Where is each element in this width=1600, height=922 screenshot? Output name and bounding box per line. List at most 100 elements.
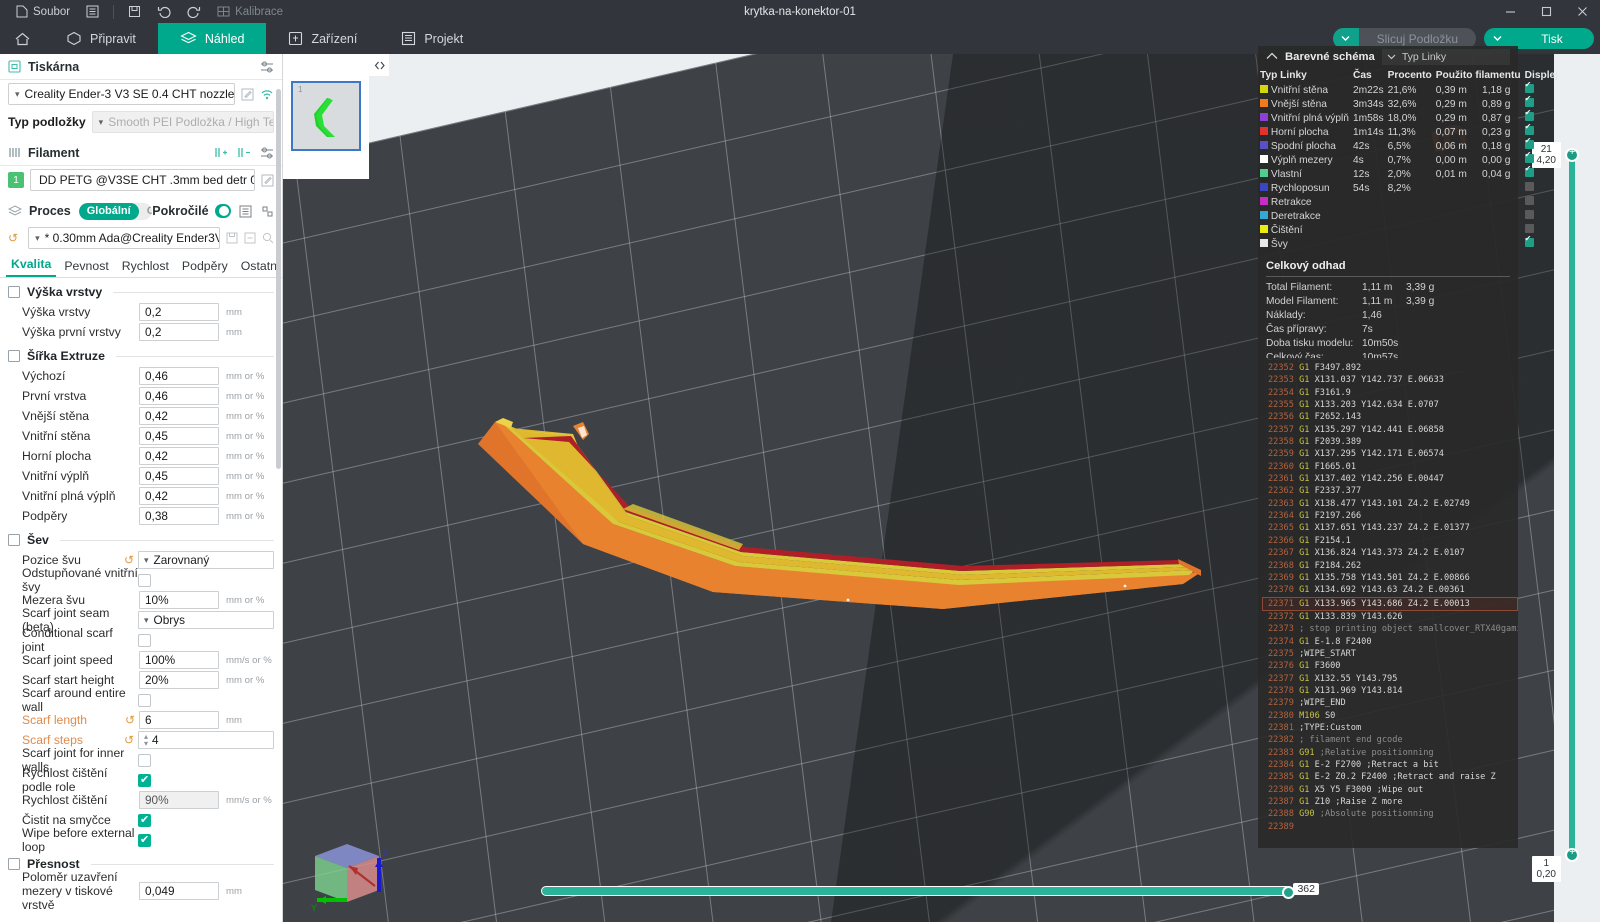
reset-setting-icon[interactable]: ↺ bbox=[124, 733, 134, 747]
save-preset-icon[interactable] bbox=[226, 232, 238, 244]
setting-input[interactable]: 10% bbox=[139, 591, 219, 609]
process-list-icon[interactable] bbox=[239, 205, 252, 218]
tab-pripravit[interactable]: Připravit bbox=[44, 23, 158, 54]
legend-row[interactable]: Vlastní 12s 2,0% 0,01 m 0,04 g bbox=[1258, 164, 1560, 181]
gcode-line[interactable]: 22356 G1 F2652.143 bbox=[1262, 411, 1518, 423]
gcode-line[interactable]: 22376 G1 F3600 bbox=[1262, 660, 1518, 672]
edit-filament-icon[interactable] bbox=[261, 174, 274, 187]
legend-visibility-checkbox[interactable] bbox=[1524, 224, 1534, 233]
file-menu-button[interactable]: Soubor bbox=[8, 0, 78, 23]
calibration-button[interactable]: Kalibrace bbox=[209, 0, 291, 23]
legend-display-cell[interactable] bbox=[1523, 164, 1560, 181]
setting-input[interactable]: 0,45 bbox=[139, 427, 219, 445]
tab-kvalita[interactable]: Kvalita bbox=[6, 255, 57, 277]
setting-checkbox[interactable] bbox=[138, 633, 151, 647]
layer-slider-top-knob[interactable] bbox=[1565, 146, 1579, 162]
tab-nahled[interactable]: Náhled bbox=[157, 23, 267, 54]
setting-checkbox[interactable] bbox=[138, 773, 151, 787]
legend-visibility-checkbox[interactable] bbox=[1524, 80, 1534, 93]
filament-index-badge[interactable]: 1 bbox=[8, 172, 24, 188]
gcode-line[interactable]: 22388 G90 ;Absolute positionning bbox=[1262, 808, 1518, 820]
gcode-line[interactable]: 22371 G1 X133.965 Y143.686 Z4.2 E.00013 bbox=[1262, 596, 1518, 611]
gcode-line[interactable]: 22359 G1 X137.295 Y142.171 E.06574 bbox=[1262, 448, 1518, 460]
gcode-line[interactable]: 22365 G1 X137.651 Y143.237 Z4.2 E.01377 bbox=[1262, 522, 1518, 534]
setting-input[interactable]: 0,45 bbox=[139, 467, 219, 485]
legend-row[interactable]: Deretrakce bbox=[1258, 209, 1560, 223]
legend-row[interactable]: Výplň mezery 4s 0,7% 0,00 m 0,00 g bbox=[1258, 150, 1560, 167]
tab-pevnost[interactable]: Pevnost bbox=[59, 257, 113, 277]
process-compare-icon[interactable] bbox=[261, 205, 274, 218]
setting-input[interactable]: 90% bbox=[139, 791, 219, 809]
settings-group-header[interactable]: Šev bbox=[0, 526, 282, 550]
minimize-button[interactable] bbox=[1492, 0, 1528, 23]
gcode-line[interactable]: 22387 G1 Z10 ;Raise Z more bbox=[1262, 796, 1518, 808]
legend-row[interactable]: Horní plocha 1m14s 11,3% 0,07 m 0,23 g bbox=[1258, 122, 1560, 139]
gcode-line[interactable]: 22370 G1 X134.692 Y143.63 Z4.2 E.00361 bbox=[1262, 584, 1518, 596]
tab-podpery[interactable]: Podpěry bbox=[177, 257, 233, 277]
remove-preset-icon[interactable] bbox=[244, 232, 256, 244]
gcode-line[interactable]: 22352 G1 F3497.892 bbox=[1262, 362, 1518, 374]
setting-input[interactable]: 20% bbox=[139, 671, 219, 689]
reset-setting-icon[interactable]: ↺ bbox=[125, 713, 135, 727]
sidebar-scrollbar[interactable] bbox=[276, 89, 281, 469]
setting-checkbox[interactable] bbox=[138, 833, 151, 847]
gcode-line[interactable]: 22373 ; stop printing object smallcover_… bbox=[1262, 623, 1518, 635]
reset-setting-icon[interactable]: ↺ bbox=[124, 553, 134, 567]
tab-zarizeni[interactable]: Zařízení bbox=[266, 23, 379, 54]
setting-input[interactable]: 0,2 bbox=[139, 323, 219, 341]
legend-display-cell[interactable] bbox=[1523, 209, 1560, 223]
legend-visibility-checkbox[interactable] bbox=[1524, 122, 1534, 135]
setting-input[interactable]: 100% bbox=[139, 651, 219, 669]
wifi-icon[interactable] bbox=[260, 88, 274, 100]
gcode-line[interactable]: 22389 bbox=[1262, 821, 1518, 833]
gcode-line[interactable]: 22357 G1 X135.297 Y142.441 E.06858 bbox=[1262, 424, 1518, 436]
setting-input[interactable]: 0,42 bbox=[139, 407, 219, 425]
axis-gizmo[interactable]: Z Y bbox=[297, 814, 407, 914]
scope-objects[interactable]: Objekty bbox=[139, 203, 153, 220]
scope-global[interactable]: Globální bbox=[78, 202, 139, 220]
legend-visibility-checkbox[interactable] bbox=[1524, 94, 1534, 107]
gcode-line[interactable]: 22364 G1 F2197.266 bbox=[1262, 510, 1518, 522]
bed-type-combo[interactable]: ▾ Smooth PEI Podložka / High Temp P… bbox=[91, 111, 274, 133]
collapse-icon[interactable] bbox=[1266, 51, 1278, 63]
list-view-button[interactable] bbox=[78, 0, 107, 23]
remove-filament-icon[interactable] bbox=[237, 146, 251, 159]
printer-settings-icon[interactable] bbox=[260, 61, 274, 73]
setting-spinner[interactable]: ▴ ▾ 4 bbox=[138, 731, 274, 749]
setting-checkbox[interactable] bbox=[138, 573, 151, 587]
gcode-listing[interactable]: 22352 G1 F3497.892 22353 G1 X131.037 Y142… bbox=[1258, 358, 1518, 848]
gcode-line[interactable]: 22385 G1 E-2 Z0.2 F2400 ;Retract and rai… bbox=[1262, 771, 1518, 783]
setting-input[interactable]: 0,42 bbox=[139, 447, 219, 465]
gcode-line[interactable]: 22378 G1 X131.969 Y143.814 bbox=[1262, 685, 1518, 697]
legend-visibility-checkbox[interactable] bbox=[1524, 210, 1534, 219]
gcode-line[interactable]: 22386 G1 X5 Y5 F3000 ;Wipe out bbox=[1262, 784, 1518, 796]
setting-combo[interactable]: ▾ Obrys bbox=[138, 611, 274, 629]
tab-projekt[interactable]: Projekt bbox=[379, 23, 485, 54]
process-scope-toggle[interactable]: Globální Objekty bbox=[78, 202, 153, 220]
gcode-line[interactable]: 22383 G91 ;Relative positionning bbox=[1262, 747, 1518, 759]
gcode-line[interactable]: 22372 G1 X133.839 Y143.626 bbox=[1262, 611, 1518, 623]
printer-preset-combo[interactable]: ▾ Creality Ender-3 V3 SE 0.4 CHT nozzle … bbox=[8, 83, 235, 105]
legend-row[interactable]: Rychloposun 54s 8,2% bbox=[1258, 181, 1560, 195]
gcode-line[interactable]: 22369 G1 X135.758 Y143.501 Z4.2 E.00866 bbox=[1262, 572, 1518, 584]
legend-row[interactable]: Čištění bbox=[1258, 223, 1560, 237]
legend-display-cell[interactable] bbox=[1523, 181, 1560, 195]
gcode-line[interactable]: 22374 G1 E-1.8 F2400 bbox=[1262, 636, 1518, 648]
setting-input[interactable]: 0,2 bbox=[139, 303, 219, 321]
move-slider-track[interactable] bbox=[541, 886, 1295, 899]
layer-slider-track[interactable] bbox=[1569, 150, 1575, 860]
thumbnail-collapse-button[interactable] bbox=[369, 54, 389, 76]
setting-input[interactable]: 0,049 bbox=[139, 882, 219, 900]
legend-visibility-checkbox[interactable] bbox=[1524, 234, 1534, 247]
gcode-line[interactable]: 22382 ; filament end gcode bbox=[1262, 734, 1518, 746]
legend-visibility-checkbox[interactable] bbox=[1524, 108, 1534, 121]
tab-rychlost[interactable]: Rychlost bbox=[117, 257, 174, 277]
legend-row[interactable]: Retrakce bbox=[1258, 195, 1560, 209]
gcode-line[interactable]: 22362 G1 F2337.377 bbox=[1262, 485, 1518, 497]
legend-row[interactable]: Vnitřní plná výplň 1m58s 18,0% 0,29 m 0,87 g bbox=[1258, 108, 1560, 125]
spinner-arrows-icon[interactable]: ▴ ▾ bbox=[144, 733, 148, 748]
gcode-line[interactable]: 22381 ;TYPE:Custom bbox=[1262, 722, 1518, 734]
legend-visibility-checkbox[interactable] bbox=[1524, 150, 1534, 163]
legend-visibility-checkbox[interactable] bbox=[1524, 136, 1534, 149]
gcode-line[interactable]: 22361 G1 X137.402 Y142.256 E.00447 bbox=[1262, 473, 1518, 485]
